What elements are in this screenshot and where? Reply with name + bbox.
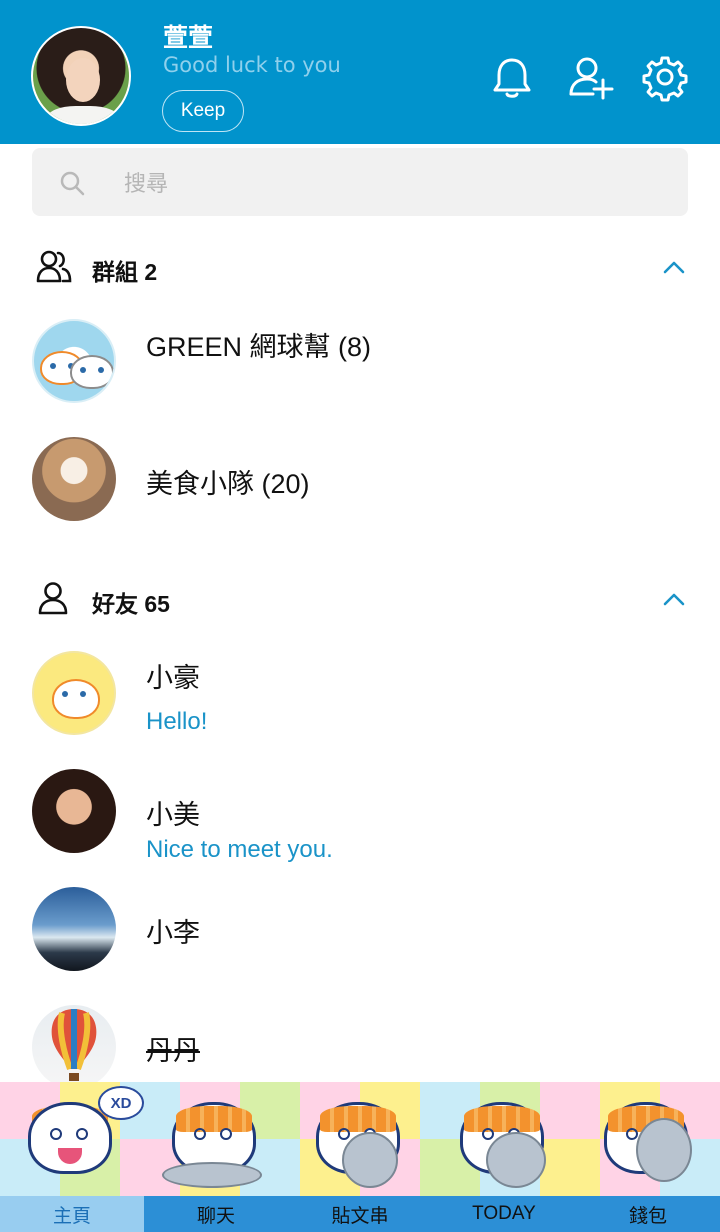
chat-cat-sticker[interactable] bbox=[158, 1088, 270, 1196]
tab-home[interactable]: 主頁 bbox=[0, 1196, 144, 1232]
group-icon bbox=[36, 250, 72, 283]
avatar-face bbox=[66, 58, 100, 102]
gear-icon[interactable] bbox=[640, 52, 690, 102]
profile-status-message[interactable]: Good luck to you bbox=[163, 53, 341, 77]
cat-sticker-icon bbox=[52, 679, 100, 719]
bell-icon[interactable] bbox=[487, 52, 537, 102]
cat-eyes bbox=[50, 1128, 62, 1140]
tab-today[interactable]: TODAY bbox=[432, 1196, 576, 1232]
friend-name: 丹丹 bbox=[146, 1036, 200, 1066]
friend-avatar bbox=[32, 651, 116, 735]
groups-title: 群組 2 bbox=[92, 259, 158, 285]
fish-icon bbox=[162, 1162, 262, 1188]
profile-avatar[interactable] bbox=[31, 26, 131, 126]
avatar-shirt bbox=[47, 106, 119, 124]
fish-icon bbox=[342, 1132, 398, 1188]
chevron-up-icon[interactable] bbox=[660, 253, 688, 281]
balloon-icon bbox=[51, 1009, 97, 1081]
friend-name: 小李 bbox=[146, 918, 200, 948]
friend-status-message: Nice to meet you. bbox=[146, 836, 333, 863]
fish-icon bbox=[486, 1132, 546, 1188]
search-placeholder: 搜尋 bbox=[124, 172, 169, 197]
bottom-tab-bar: 主頁 聊天 貼文串 TODAY 錢包 bbox=[0, 1196, 720, 1232]
cat-eyes bbox=[338, 1128, 350, 1140]
xd-speech-bubble: XD bbox=[98, 1086, 144, 1120]
groups-section-header[interactable]: 群組 2 bbox=[0, 243, 720, 293]
friend-row[interactable]: 小豪 Hello! bbox=[0, 651, 720, 771]
group-avatar bbox=[32, 319, 116, 403]
group-avatar bbox=[32, 437, 116, 521]
friend-name: 小豪 bbox=[146, 663, 200, 693]
cat-eyes bbox=[194, 1128, 206, 1140]
today-cat-sticker[interactable] bbox=[446, 1088, 558, 1196]
cat-stripes bbox=[464, 1106, 540, 1132]
tab-wallet[interactable]: 錢包 bbox=[576, 1196, 720, 1232]
theme-banner: XD bbox=[0, 1082, 720, 1196]
cat-eyes bbox=[626, 1128, 638, 1140]
tab-timeline[interactable]: 貼文串 bbox=[288, 1196, 432, 1232]
profile-header: 萱萱 Good luck to you Keep bbox=[0, 0, 720, 144]
person-icon bbox=[38, 582, 68, 615]
group-name: GREEN 網球幫 (8) bbox=[146, 332, 372, 362]
friends-section-header[interactable]: 好友 65 bbox=[0, 575, 720, 625]
search-bar[interactable]: 搜尋 bbox=[32, 148, 688, 216]
group-row[interactable]: 美食小隊 (20) bbox=[0, 437, 720, 557]
friend-avatar bbox=[32, 1005, 116, 1089]
home-cat-sticker[interactable]: XD bbox=[10, 1086, 144, 1196]
friend-status-message: Hello! bbox=[146, 708, 208, 735]
cat-stripes bbox=[320, 1106, 396, 1132]
friend-avatar bbox=[32, 887, 116, 971]
friend-row[interactable]: 小美 Nice to meet you. bbox=[0, 769, 720, 889]
cat-stripes bbox=[176, 1106, 252, 1132]
profile-name[interactable]: 萱萱 bbox=[163, 18, 213, 54]
add-friend-icon[interactable] bbox=[565, 52, 615, 102]
timeline-cat-sticker[interactable] bbox=[302, 1088, 414, 1196]
friends-title: 好友 65 bbox=[92, 591, 170, 617]
search-icon bbox=[60, 171, 85, 196]
cat-eyes bbox=[482, 1128, 494, 1140]
friend-name: 小美 bbox=[146, 800, 200, 830]
keep-button[interactable]: Keep bbox=[162, 90, 244, 132]
friend-avatar bbox=[32, 769, 116, 853]
tab-chats[interactable]: 聊天 bbox=[144, 1196, 288, 1232]
friend-row[interactable]: 小李 bbox=[0, 887, 720, 1007]
group-row[interactable]: GREEN 網球幫 (8) bbox=[0, 319, 720, 439]
chevron-up-icon[interactable] bbox=[660, 585, 688, 613]
group-name: 美食小隊 (20) bbox=[146, 469, 310, 499]
cat-sticker-icon bbox=[70, 355, 114, 389]
wallet-cat-sticker[interactable] bbox=[590, 1088, 702, 1196]
fish-icon bbox=[636, 1118, 692, 1182]
